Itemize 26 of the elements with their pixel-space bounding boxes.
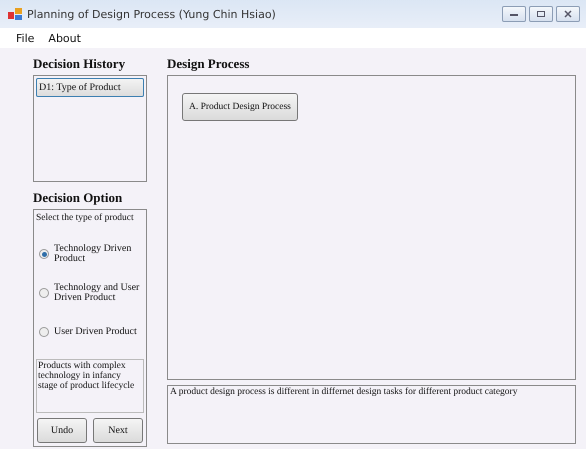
menu-item[interactable]: About xyxy=(42,32,89,44)
radio-label[interactable]: User Driven Product xyxy=(54,327,137,337)
section-heading: Decision Option xyxy=(33,190,124,206)
process-node-button[interactable]: A. Product Design Process xyxy=(182,93,298,121)
radio-button[interactable] xyxy=(39,327,49,337)
radio-label[interactable]: Technology Driven Product xyxy=(54,244,144,264)
radio-label[interactable]: Technology and User Driven Product xyxy=(54,283,144,303)
note-text: A product design process is different in differnet design tasks for different product category xyxy=(167,385,576,444)
radio-button[interactable] xyxy=(39,288,49,298)
app-icon xyxy=(8,8,22,20)
window-title: Planning of Design Process (Yung Chin Hsiao) xyxy=(27,8,277,20)
close-button[interactable] xyxy=(556,6,580,22)
minimize-icon xyxy=(509,11,519,17)
description-text: Products with complex technology in infancy stage of product lifecycle xyxy=(36,359,144,413)
action-button[interactable]: Next xyxy=(93,418,143,443)
minimize-button[interactable] xyxy=(502,6,526,22)
close-icon xyxy=(563,10,573,18)
action-button[interactable]: Undo xyxy=(37,418,87,443)
section-heading: Decision History xyxy=(33,56,126,72)
maximize-icon xyxy=(536,10,546,18)
maximize-button[interactable] xyxy=(529,6,553,22)
radio-button[interactable] xyxy=(39,249,49,259)
menu-item[interactable]: File xyxy=(10,32,42,44)
option-prompt: Select the type of product xyxy=(36,213,135,223)
section-heading: Design Process xyxy=(167,56,250,72)
history-item[interactable]: D1: Type of Product xyxy=(36,78,144,97)
